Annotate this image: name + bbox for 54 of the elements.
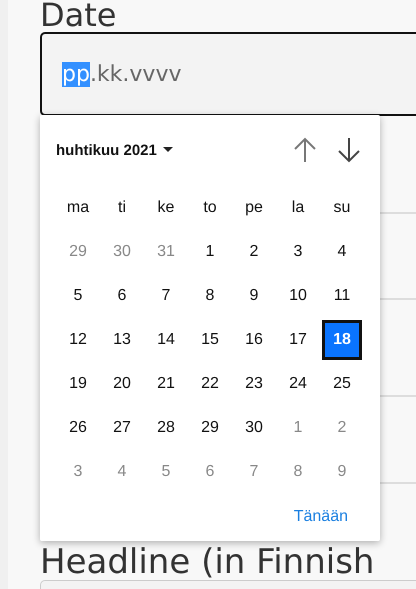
- weekday-label: ti: [118, 199, 126, 217]
- weekday-label: to: [203, 199, 217, 217]
- calendar-day[interactable]: 29: [190, 408, 230, 448]
- calendar-day[interactable]: 15: [190, 320, 230, 360]
- calendar-day[interactable]: 26: [58, 408, 98, 448]
- weekday-label: pe: [245, 199, 263, 217]
- calendar-day[interactable]: 28: [146, 408, 186, 448]
- calendar-day[interactable]: 2: [234, 232, 274, 272]
- calendar-day[interactable]: 4: [102, 452, 142, 492]
- calendar-day[interactable]: 14: [146, 320, 186, 360]
- calendar-day[interactable]: 22: [190, 364, 230, 404]
- calendar-day[interactable]: 31: [146, 232, 186, 272]
- calendar-day[interactable]: 24: [278, 364, 318, 404]
- field-label: Date: [40, 0, 118, 32]
- calendar-day[interactable]: 4: [322, 232, 362, 272]
- calendar-day[interactable]: 9: [234, 276, 274, 316]
- calendar-day[interactable]: 7: [146, 276, 186, 316]
- calendar-day[interactable]: 9: [322, 452, 362, 492]
- calendar-day[interactable]: 30: [102, 232, 142, 272]
- calendar-day[interactable]: 29: [58, 232, 98, 272]
- calendar-day[interactable]: 1: [190, 232, 230, 272]
- month-selector[interactable]: huhtikuu 2021: [56, 142, 173, 158]
- calendar-day[interactable]: 3: [58, 452, 98, 492]
- calendar-day[interactable]: 27: [102, 408, 142, 448]
- calendar-day[interactable]: 1: [278, 408, 318, 448]
- calendar-day[interactable]: 21: [146, 364, 186, 404]
- calendar-day[interactable]: 6: [102, 276, 142, 316]
- calendar-day[interactable]: 5: [146, 452, 186, 492]
- calendar-day[interactable]: 12: [58, 320, 98, 360]
- field-label: Headline (in Finnish: [40, 546, 376, 578]
- date-input-field[interactable]: pp.kk.vvvv: [40, 32, 416, 116]
- calendar-day[interactable]: 16: [234, 320, 274, 360]
- calendar-day[interactable]: 25: [322, 364, 362, 404]
- calendar-day[interactable]: 13: [102, 320, 142, 360]
- calendar-day[interactable]: 20: [102, 364, 142, 404]
- weekday-label: su: [334, 199, 350, 217]
- calendar-day[interactable]: 18: [322, 320, 362, 360]
- calendar-day[interactable]: 10: [278, 276, 318, 316]
- calendar-day[interactable]: 6: [190, 452, 230, 492]
- weekday-label: ma: [66, 199, 90, 217]
- weekday-label: la: [292, 199, 304, 217]
- calendar-day[interactable]: 17: [278, 320, 318, 360]
- calendar-day[interactable]: 2: [322, 408, 362, 448]
- weekday-label: ke: [158, 199, 174, 217]
- today-button[interactable]: Tänään: [294, 508, 348, 526]
- calendar-day[interactable]: 3: [278, 232, 318, 272]
- calendar-day[interactable]: 19: [58, 364, 98, 404]
- calendar-day[interactable]: 8: [190, 276, 230, 316]
- calendar-day[interactable]: 23: [234, 364, 274, 404]
- calendar-day[interactable]: 5: [58, 276, 98, 316]
- calendar-day[interactable]: 11: [322, 276, 362, 316]
- calendar-day[interactable]: 8: [278, 452, 318, 492]
- calendar-day[interactable]: 7: [234, 452, 274, 492]
- calendar-day[interactable]: 30: [234, 408, 274, 448]
